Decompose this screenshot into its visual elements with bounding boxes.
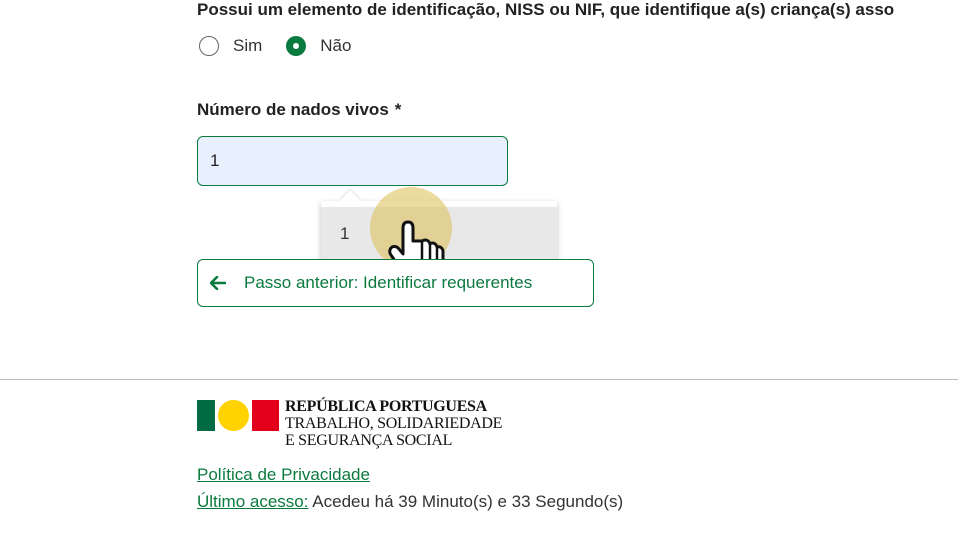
previous-step-button[interactable]: Passo anterior: Identificar requerentes [197, 259, 594, 307]
logo-red-block [252, 400, 279, 431]
births-field-label: Número de nados vivos * [197, 100, 401, 120]
required-marker: * [394, 100, 402, 119]
footer-divider [0, 379, 958, 380]
logo-text: REPÚBLICA PORTUGUESA TRABALHO, SOLIDARIE… [285, 398, 502, 449]
radio-option-nao[interactable]: Não [286, 36, 351, 56]
last-access-value: Acedeu há 39 Minuto(s) e 33 Segundo(s) [312, 492, 624, 511]
radio-label-nao: Não [320, 36, 352, 55]
id-radio-group: Sim Não [199, 36, 375, 56]
births-label-text: Número de nados vivos [197, 100, 389, 119]
radio-option-sim[interactable]: Sim [199, 36, 262, 56]
logo-line-2: TRABALHO, SOLIDARIEDADE [285, 415, 503, 432]
births-count-input[interactable] [197, 136, 508, 186]
last-access-link[interactable]: Último acesso: [197, 492, 308, 511]
logo-line-3: E SEGURANÇA SOCIAL [285, 432, 453, 449]
logo-yellow-circle [218, 400, 249, 431]
logo-green-block [197, 400, 215, 431]
radio-label-sim: Sim [233, 36, 263, 55]
arrow-left-icon [210, 276, 226, 290]
privacy-policy-link[interactable]: Política de Privacidade [197, 465, 370, 485]
logo-line-1: REPÚBLICA PORTUGUESA [285, 398, 487, 415]
question-text: Possui um elemento de identificação, NIS… [197, 0, 895, 19]
radio-circle-checked[interactable] [286, 36, 307, 56]
previous-step-label: Passo anterior: Identificar requerentes [244, 273, 533, 292]
last-access-info: Último acesso: Acedeu há 39 Minuto(s) e … [197, 492, 623, 512]
radio-circle-unchecked[interactable] [199, 36, 219, 56]
republica-portuguesa-logo: REPÚBLICA PORTUGUESA TRABALHO, SOLIDARIE… [197, 398, 502, 449]
